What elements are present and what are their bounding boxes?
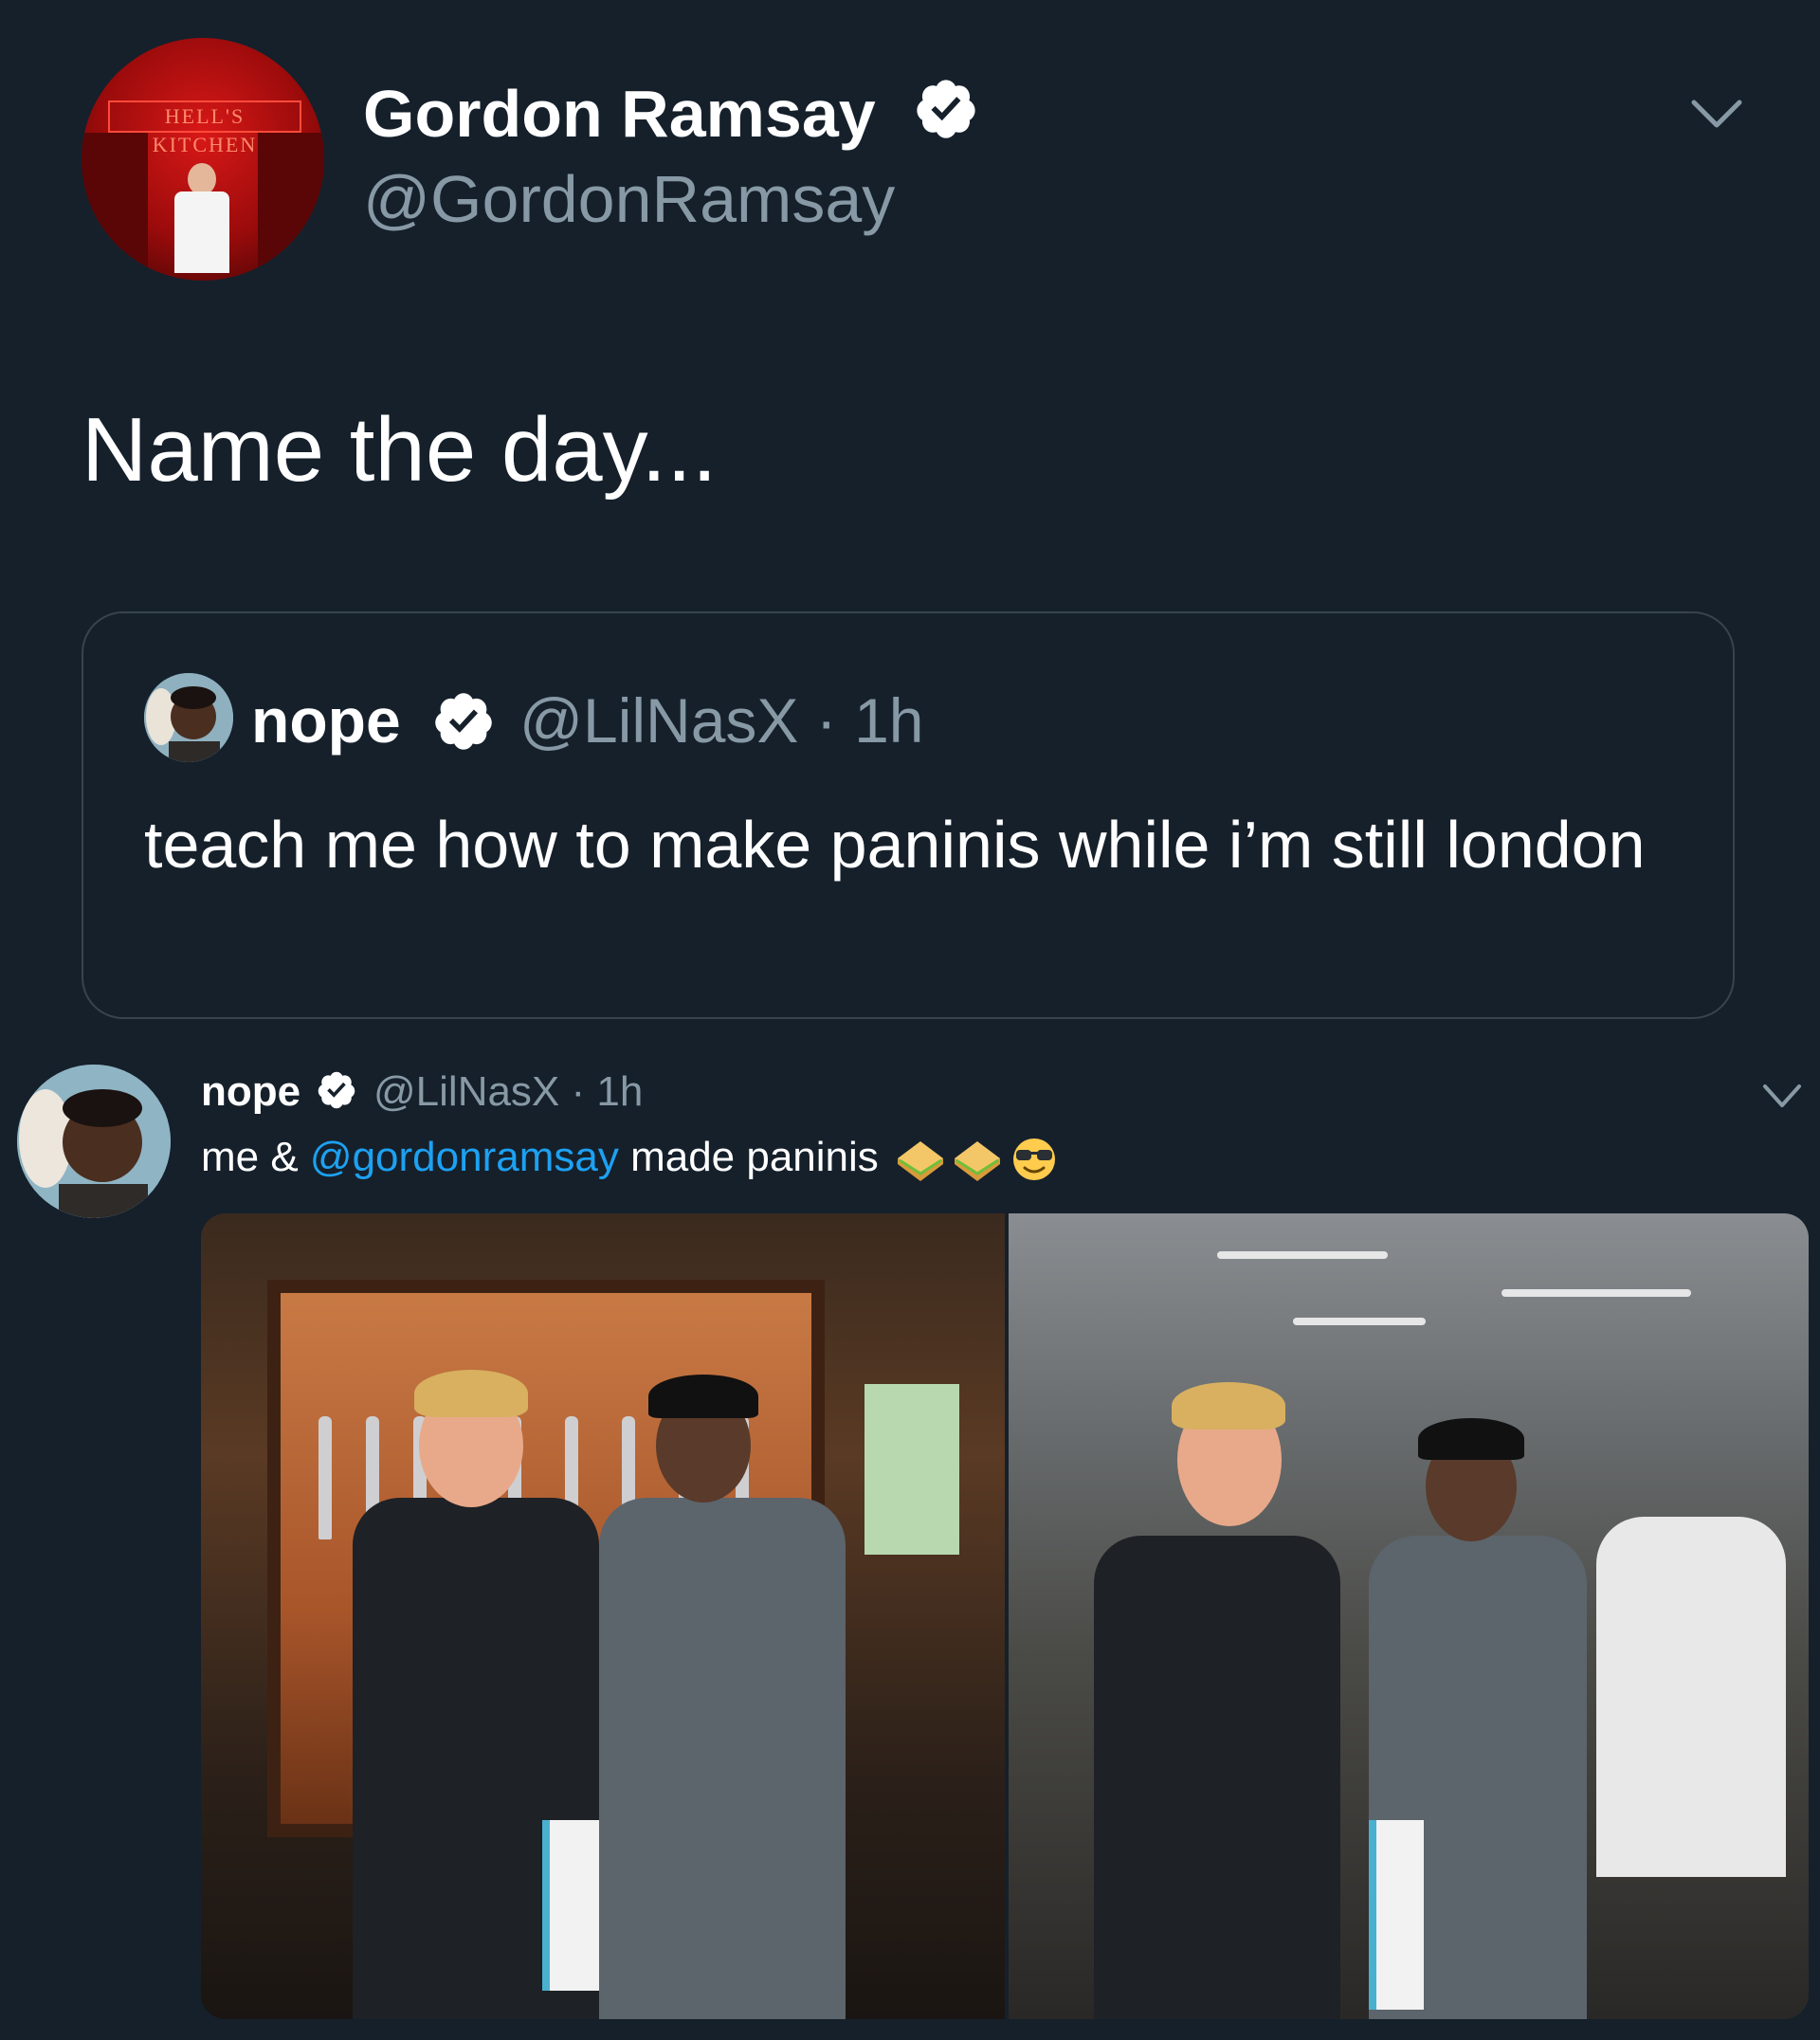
embedded-handle-time: @LilNasX · 1h [373,1068,644,1115]
ceiling-light [1293,1318,1426,1325]
embedded-author-avatar [17,1065,171,1218]
person-chef [1094,1536,1340,2019]
person-chef-hair [1172,1382,1285,1430]
tweet-photo-grid[interactable] [201,1213,1809,2019]
embedded-avatar-portrait [17,1065,171,1218]
towel [1369,1820,1424,2010]
mention-link[interactable]: @gordonramsay [310,1134,619,1180]
verified-badge-icon [435,693,492,750]
embedded-text-before: me & [201,1134,310,1180]
author-handle[interactable]: @GordonRamsay [363,161,895,237]
person-chef-hair [414,1370,528,1417]
person-guest-cap [648,1375,758,1418]
verified-badge-icon [318,1071,355,1109]
avatar-chef-head [188,163,216,195]
avatar-sign: HELL'S KITCHEN [108,100,301,156]
sandwich-emoji-icon [898,1141,944,1182]
embedded-display-name: nope [201,1068,301,1115]
quoted-handle-time: @LilNasX · 1h [519,685,924,756]
avatar-door-right [258,133,324,281]
author-display-name[interactable]: Gordon Ramsay [363,76,876,152]
quoted-tweet-text: teach me how to make paninis while i’m s… [144,808,1646,882]
sandwich-emoji-icon [955,1141,1001,1182]
embedded-text-after: made paninis [618,1134,879,1180]
photo-knife-cabinet[interactable] [201,1213,1005,2019]
chevron-down-icon[interactable] [1690,95,1743,133]
background-cook [1596,1517,1786,1877]
verified-badge-icon [917,80,975,138]
sunglasses-emoji-icon [1013,1138,1056,1181]
screen-panel [864,1384,959,1555]
knife [318,1416,332,1539]
quoted-avatar-portrait [144,673,233,762]
author-avatar[interactable]: HELL'S KITCHEN [82,38,324,281]
towel [542,1820,599,1991]
photo-kitchen[interactable] [1009,1213,1809,2019]
tweet-text: Name the day... [82,399,718,501]
person-guest-cap [1418,1418,1524,1460]
ceiling-light [1502,1289,1691,1297]
ceiling-light [1217,1251,1388,1259]
person-guest [599,1498,846,2019]
embedded-tweet-text: me & @gordonramsay made paninis [201,1133,1061,1183]
avatar-door-left [82,133,148,281]
quoted-author-avatar [144,673,233,762]
quoted-display-name: nope [251,685,401,756]
chevron-down-icon[interactable] [1761,1081,1803,1111]
avatar-chef-body [174,191,229,273]
